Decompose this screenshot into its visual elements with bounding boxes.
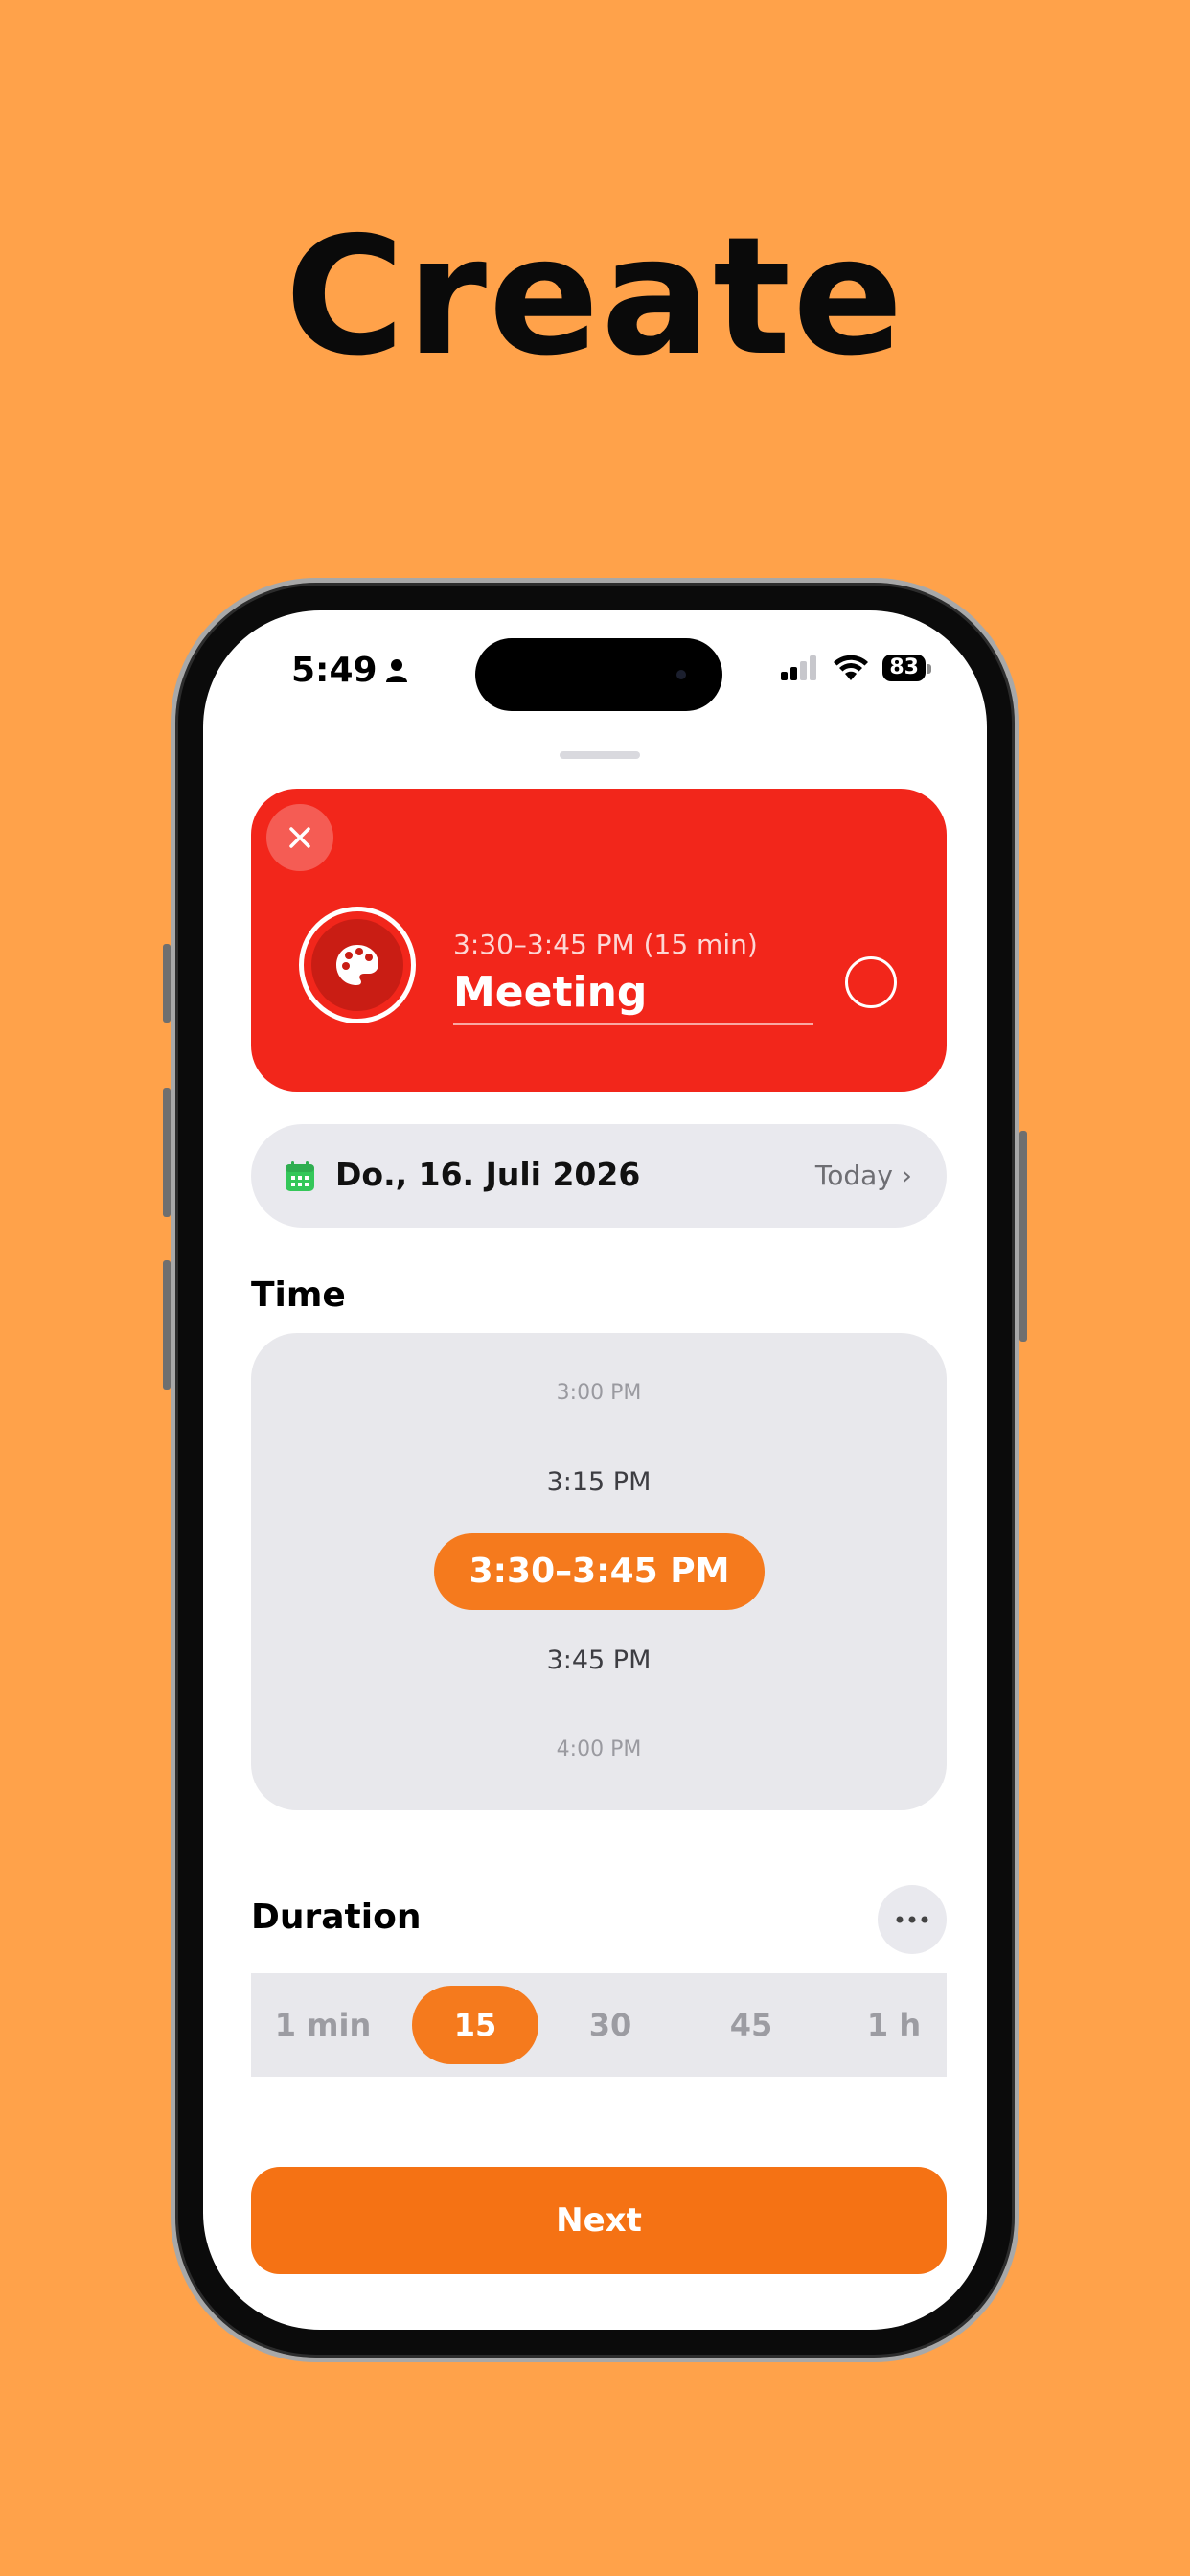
event-title-input[interactable]: Meeting (453, 968, 813, 1025)
date-selector[interactable]: Do., 16. Juli 2026 Today › (251, 1124, 947, 1228)
event-icon-button[interactable] (299, 907, 416, 1024)
time-section-title: Time (251, 1276, 346, 1315)
status-indicators: 83 (781, 655, 931, 681)
today-button[interactable]: Today › (815, 1160, 912, 1191)
status-time: 5:49 (291, 651, 378, 690)
event-card: 3:30–3:45 PM (15 min) Meeting (251, 789, 947, 1092)
dynamic-island (475, 638, 722, 711)
complete-toggle[interactable] (845, 956, 897, 1008)
status-bar-clock: 5:49 (291, 651, 408, 690)
more-icon (896, 1916, 928, 1923)
person-icon (385, 658, 407, 682)
action-button (163, 944, 171, 1023)
duration-option[interactable]: 30 (562, 1973, 658, 2077)
duration-option[interactable]: 1 h (841, 1973, 947, 2077)
time-option[interactable]: 3:45 PM (251, 1645, 947, 1675)
camera-dot (676, 670, 686, 679)
next-button[interactable]: Next (251, 2167, 947, 2274)
selected-time-option[interactable]: 3:30–3:45 PM (434, 1533, 765, 1610)
time-option[interactable]: 3:15 PM (251, 1467, 947, 1497)
event-icon-background (311, 919, 403, 1011)
date-label: Do., 16. Juli 2026 (335, 1156, 641, 1193)
signal-icon (781, 656, 817, 680)
duration-section-title: Duration (251, 1898, 422, 1937)
close-button[interactable] (266, 804, 333, 871)
time-picker[interactable]: 3:00 PM 3:15 PM 3:30–3:45 PM 3:45 PM 4:0… (251, 1333, 947, 1810)
duration-option[interactable]: 1 min (251, 1973, 395, 2077)
battery-indicator: 83 (882, 655, 931, 681)
volume-down-button (163, 1260, 171, 1390)
event-time-range: 3:30–3:45 PM (15 min) (453, 929, 758, 960)
sheet-grabber[interactable] (560, 751, 640, 759)
calendar-icon (286, 1162, 314, 1191)
time-option[interactable]: 4:00 PM (251, 1737, 947, 1761)
palette-icon (336, 945, 378, 985)
duration-selector: 1 min 15 30 45 1 h (251, 1973, 947, 2077)
close-icon (289, 827, 310, 848)
time-option[interactable]: 3:00 PM (251, 1381, 947, 1405)
phone-frame: 5:49 83 3:30–3:45 PM (15 min) Meeting Do… (171, 578, 1019, 2362)
more-durations-button[interactable] (878, 1885, 947, 1954)
power-button (1019, 1131, 1027, 1342)
volume-up-button (163, 1088, 171, 1217)
duration-option[interactable]: 45 (703, 1973, 799, 2077)
headline: Create (285, 202, 905, 392)
selected-duration-option[interactable]: 15 (412, 1986, 538, 2064)
wifi-icon (834, 655, 869, 680)
phone-screen: 5:49 83 3:30–3:45 PM (15 min) Meeting Do… (203, 610, 987, 2330)
